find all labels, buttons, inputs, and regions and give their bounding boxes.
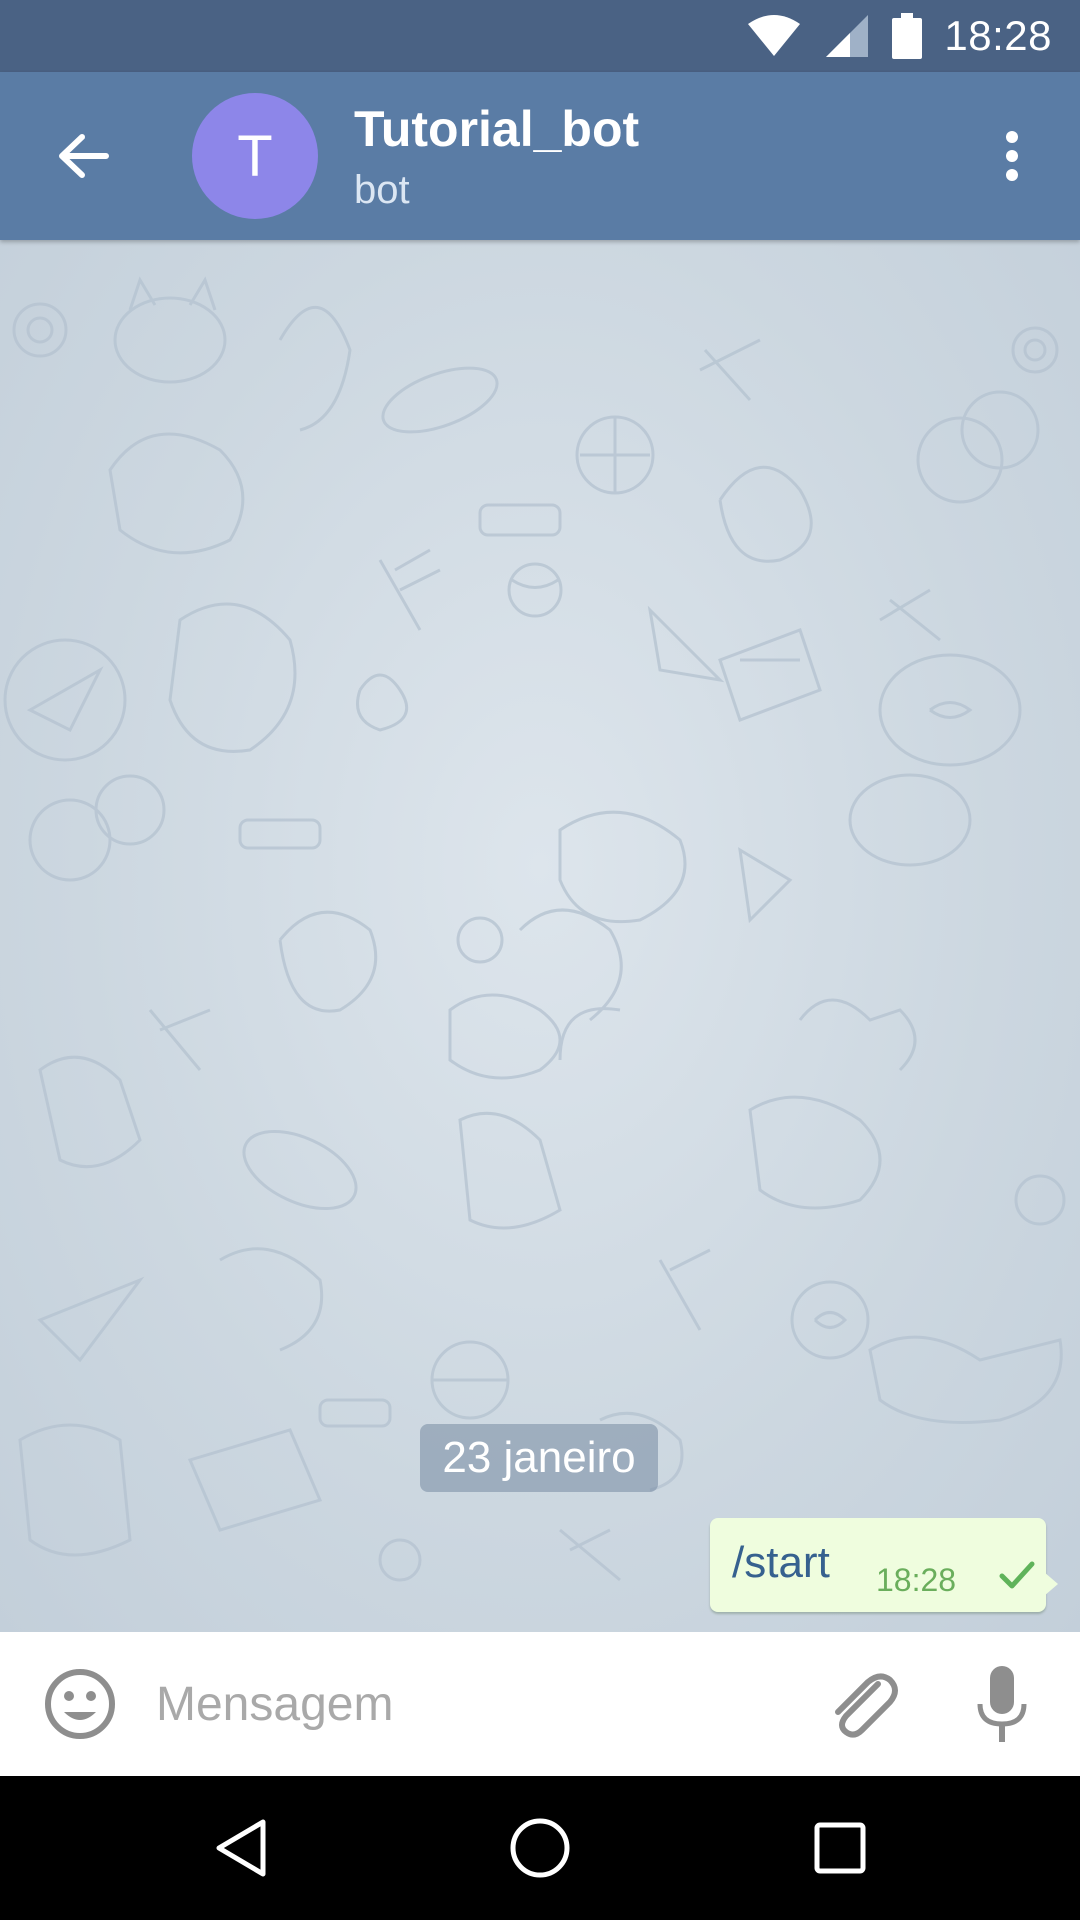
home-circle-icon bbox=[510, 1818, 570, 1878]
chat-header: T Tutorial_bot bot bbox=[0, 72, 1080, 240]
nav-home-button[interactable] bbox=[495, 1808, 585, 1888]
status-time: 18:28 bbox=[944, 12, 1052, 59]
nav-recents-button[interactable] bbox=[795, 1808, 885, 1888]
back-triangle-icon bbox=[216, 1819, 266, 1877]
date-separator: 23 janeiro bbox=[420, 1424, 658, 1492]
attach-button[interactable] bbox=[820, 1662, 904, 1746]
microphone-button[interactable] bbox=[960, 1662, 1044, 1746]
back-button[interactable] bbox=[44, 116, 124, 196]
smiley-icon bbox=[45, 1669, 115, 1739]
chat-messages-area[interactable]: 23 janeiro /start 18:28 bbox=[0, 240, 1080, 1632]
bubble-tail bbox=[1044, 1572, 1058, 1596]
wifi-icon bbox=[746, 14, 802, 58]
android-nav-bar bbox=[0, 1776, 1080, 1920]
telegram-chat-screen: 18:28 T Tutorial_bot bot 23 janeiro /sta… bbox=[0, 0, 1080, 1920]
microphone-icon bbox=[977, 1666, 1027, 1742]
outgoing-message-bubble[interactable]: /start 18:28 bbox=[710, 1518, 1046, 1612]
recents-square-icon bbox=[814, 1822, 866, 1874]
more-vertical-icon bbox=[1006, 131, 1018, 181]
message-time: 18:28 bbox=[876, 1562, 957, 1598]
nav-back-button[interactable] bbox=[196, 1808, 286, 1888]
cell-signal-icon bbox=[824, 13, 870, 59]
message-composer bbox=[0, 1632, 1080, 1776]
check-icon bbox=[998, 1560, 1036, 1595]
message-text[interactable]: /start bbox=[732, 1538, 830, 1588]
status-bar: 18:28 bbox=[0, 0, 1080, 72]
paperclip-icon bbox=[835, 1673, 898, 1738]
emoji-button[interactable] bbox=[40, 1662, 120, 1746]
message-input[interactable] bbox=[156, 1662, 796, 1746]
chat-subtitle: bot bbox=[354, 168, 410, 212]
chat-title[interactable]: Tutorial_bot bbox=[354, 100, 639, 158]
battery-icon bbox=[892, 13, 923, 59]
avatar[interactable]: T bbox=[192, 93, 318, 219]
more-menu-button[interactable] bbox=[982, 116, 1042, 196]
arrow-left-icon bbox=[59, 134, 109, 178]
